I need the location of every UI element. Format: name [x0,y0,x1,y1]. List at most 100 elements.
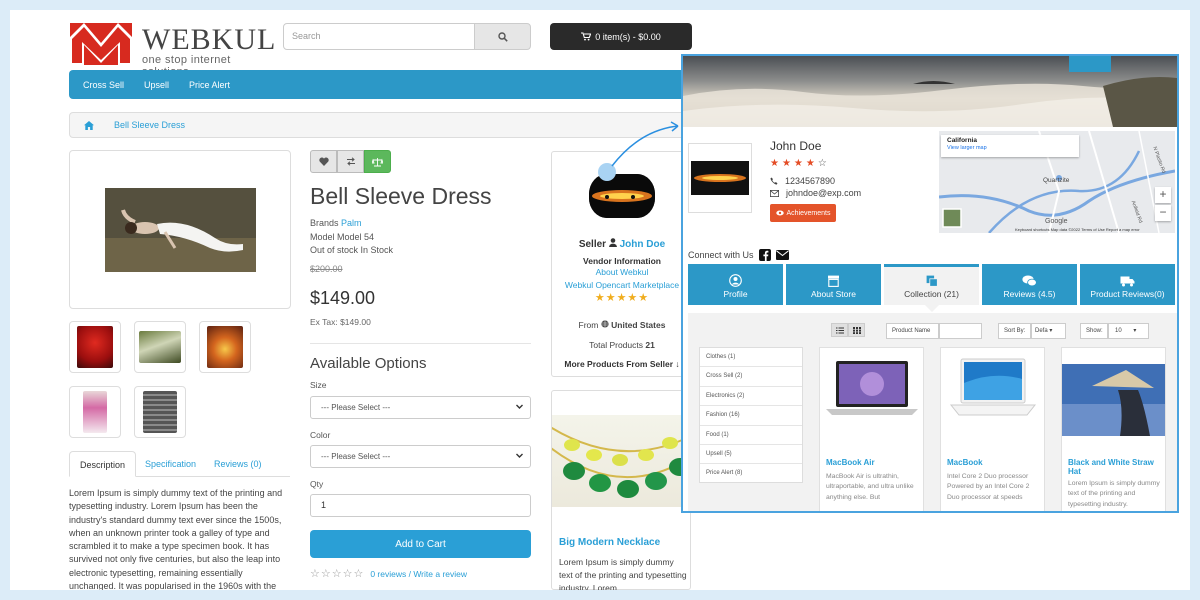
tab-reviews[interactable]: Reviews (4.5) [982,264,1077,305]
show-select[interactable]: 10 ▾ [1108,323,1149,339]
seller-name-link[interactable]: John Doe [620,239,666,250]
category-item[interactable]: Upsell (5) [700,445,802,465]
search-button[interactable] [474,23,531,50]
list-view-button[interactable] [831,323,848,337]
breadcrumb-current[interactable]: Bell Sleeve Dress [114,120,185,130]
seller-label: Seller [578,239,607,250]
macbook-air-image [820,348,923,428]
product-name[interactable]: MacBook [947,458,1042,467]
thumb-jacket[interactable] [134,386,186,438]
necklace-photo [552,426,692,498]
envelope-icon[interactable] [775,250,789,260]
profile-phone: 1234567890 [785,176,836,186]
color-select[interactable]: --- Please Select --- [310,445,531,468]
thumb-sunset[interactable] [199,321,251,373]
size-select-value: --- Please Select --- [321,403,391,412]
truck-icon [1120,276,1135,287]
store-location-map[interactable]: California View larger map Quartzite N P… [939,131,1175,233]
compare-button[interactable] [337,150,364,173]
thumb-kid[interactable] [69,386,121,438]
category-item[interactable]: Fashion (16) [700,406,802,426]
profile-phone-line: 1234567890 [770,176,835,186]
straw-hat-image [1062,364,1165,436]
price: $149.00 [310,288,376,308]
seller-logo-image [589,174,655,218]
cart-button[interactable]: 0 item(s) - $0.00 [550,23,692,50]
product-card-macbook[interactable]: MacBook Intel Core 2 Duo processor Power… [940,347,1045,511]
tab-description[interactable]: Description [69,451,137,477]
model-photo [104,187,256,272]
product-name[interactable]: Black and White Straw Hat [1068,458,1163,476]
product-name-input[interactable] [939,323,982,339]
nav-item-price-alert[interactable]: Price Alert [189,80,230,90]
home-icon[interactable] [84,120,94,130]
nav-item-upsell[interactable]: Upsell [144,80,169,90]
seller-line: Seller John Doe [552,238,692,250]
size-select[interactable]: --- Please Select --- [310,396,531,419]
category-item[interactable]: Electronics (2) [700,387,802,407]
sort-select[interactable]: Defa ▾ [1031,323,1066,339]
phone-icon [770,177,778,185]
achievements-button[interactable]: Achievements [770,204,836,222]
related-product-title[interactable]: Big Modern Necklace [559,537,660,548]
profile-name: John Doe [770,139,822,153]
google-logo: Google [1045,218,1068,225]
size-label: Size [310,380,327,390]
grid-view-button[interactable] [848,323,865,337]
connect-label: Connect with Us [688,250,754,260]
thumb-red-dress-image [77,326,113,368]
wishlist-compare-group [310,150,392,173]
view-larger-map-link[interactable]: View larger map [947,145,1073,151]
arrow-down-icon: ↓ [675,359,680,369]
search-input[interactable]: Search [283,23,475,50]
product-title: Bell Sleeve Dress [310,183,492,209]
about-store-link[interactable]: About Webkul [552,267,692,277]
reviews-link[interactable]: 0 reviews / Write a review [370,569,467,579]
thumb-red-dress[interactable] [69,321,121,373]
store-name-link[interactable]: Webkul Opencart Marketplace [552,280,692,290]
product-card-straw-hat[interactable]: Black and White Straw Hat Lorem Ipsum is… [1061,347,1166,511]
profile-logo-image [694,174,746,182]
view-toggle [831,323,865,337]
add-to-cart-button[interactable]: Add to Cart [310,530,531,558]
price-alert-button[interactable] [364,150,391,173]
more-products-link[interactable]: More Products From Seller ↓ [552,359,692,369]
facebook-icon[interactable] [758,249,771,261]
stock-line: Out of stock In Stock [310,245,394,255]
category-item[interactable]: Cross Sell (2) [700,367,802,387]
logo[interactable]: WEBKUL one stop internet solutions [70,23,275,78]
profile-email[interactable]: johndoe@exp.com [786,188,861,198]
product-card-macbook-air[interactable]: MacBook Air MacBook Air is ultrathin, ul… [819,347,924,511]
category-item[interactable]: Clothes (1) [700,348,802,368]
thumb-model-green[interactable] [134,321,186,373]
category-item[interactable]: Food (1) [700,426,802,445]
map-town-label: Quartzite [1043,177,1070,184]
tab-product-reviews[interactable]: Product Reviews(0) [1080,264,1175,305]
seller-avatar[interactable] [589,174,655,218]
straw-hat-photo [1062,364,1165,436]
page: WEBKUL one stop internet solutions Searc… [10,10,1190,590]
related-product-card[interactable]: Big Modern Necklace Lorem Ipsum is simpl… [551,390,692,590]
tab-about-store[interactable]: About Store [786,264,881,305]
tab-profile[interactable]: Profile [688,264,783,305]
heart-icon [318,157,329,166]
main-product-image[interactable] [69,150,291,309]
tab-collection[interactable]: Collection (21) [884,264,979,312]
category-item[interactable]: Price Alert (8) [700,464,802,483]
qty-input[interactable]: 1 [310,494,531,517]
tab-reviews[interactable]: Reviews (0) [204,451,272,477]
brand-line: Brands Palm [310,218,362,228]
map-zoom-in-button[interactable]: + [1155,187,1171,203]
thumb-sunset-image [207,326,243,368]
brand-label: Brands [310,218,339,228]
wishlist-button[interactable] [310,150,337,173]
tab-specification[interactable]: Specification [135,451,206,477]
product-name[interactable]: MacBook Air [826,458,921,467]
user-icon [608,238,617,247]
nav-item-cross-sell[interactable]: Cross Sell [83,80,124,90]
category-list: Clothes (1) Cross Sell (2) Electronics (… [699,347,803,483]
brand-link[interactable]: Palm [341,218,362,228]
connect-with-us: Connect with Us [688,249,789,261]
map-footer: Keyboard shortcuts Map data ©2022 Terms … [1015,227,1140,232]
map-zoom-out-button[interactable]: − [1155,205,1171,221]
